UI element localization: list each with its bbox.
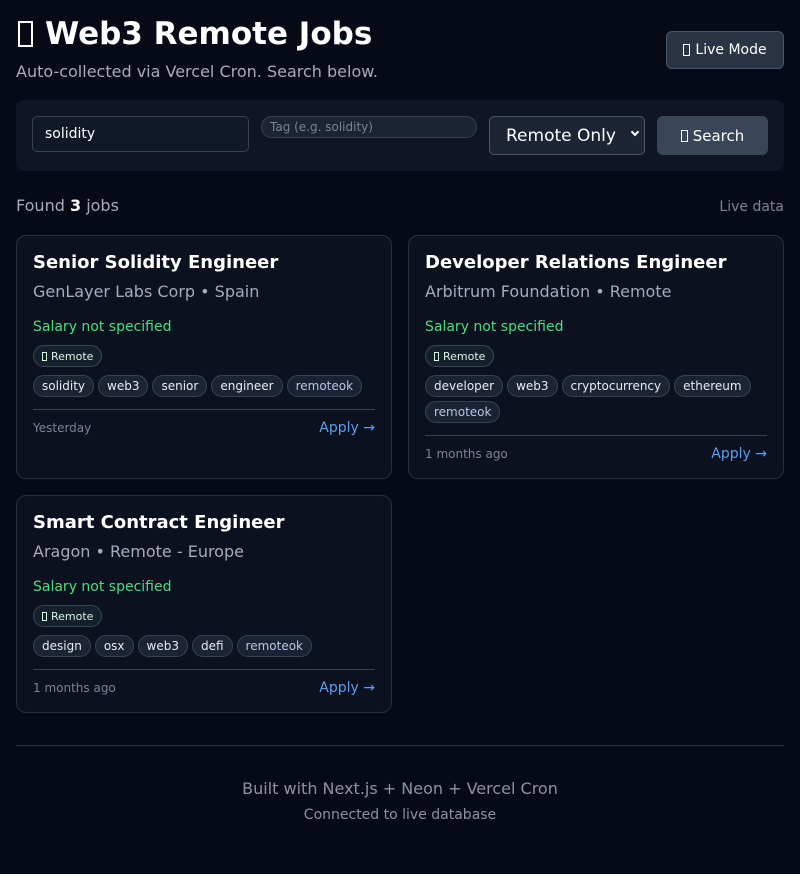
job-company-location: Aragon • Remote - Europe [33, 542, 244, 561]
job-source-tag: remoteok [425, 401, 501, 423]
job-title: Smart Contract Engineer [33, 512, 285, 533]
remote-badge-label: Remote [51, 609, 94, 623]
job-tags: developer web3 cryptocurrency ethereum r… [425, 375, 767, 423]
live-mode-label: Live Mode [695, 42, 767, 58]
remote-badge-label: Remote [51, 349, 94, 363]
remote-badge: Remote [33, 345, 103, 367]
search-button[interactable]: Search [657, 116, 768, 155]
job-tag: cryptocurrency [561, 375, 671, 397]
footer-divider [16, 745, 784, 746]
job-tag: defi [191, 635, 233, 657]
rocket-icon [18, 21, 33, 47]
job-tag: developer [425, 375, 504, 397]
page-title-text: Web3 Remote Jobs [45, 16, 373, 52]
job-tag: design [33, 635, 91, 657]
job-tag: web3 [98, 375, 149, 397]
job-company-location: GenLayer Labs Corp • Spain [33, 282, 260, 301]
job-tag: engineer [211, 375, 283, 397]
job-company-location: Arbitrum Foundation • Remote [425, 282, 672, 301]
globe-icon [42, 351, 47, 361]
footer-connection-status: Connected to live database [303, 807, 497, 823]
footer-built-with: Built with Next.js + Neon + Vercel Cron [242, 779, 558, 798]
job-date: 1 months ago [425, 447, 508, 461]
live-icon [683, 44, 691, 56]
job-card: Smart Contract Engineer Aragon • Remote … [16, 495, 392, 713]
location-select[interactable]: Remote Only [489, 116, 645, 155]
job-title: Senior Solidity Engineer [33, 252, 279, 273]
globe-icon [42, 611, 47, 621]
remote-badge: Remote [33, 605, 103, 627]
globe-icon [434, 351, 439, 361]
chevron-down-icon [630, 127, 640, 137]
job-tags: design osx web3 defi remoteok [33, 635, 375, 657]
job-date: Yesterday [33, 421, 92, 435]
apply-link[interactable]: Apply → [319, 420, 375, 436]
job-salary: Salary not specified [33, 579, 172, 595]
keyword-input[interactable] [32, 116, 249, 152]
found-prefix: Found [16, 196, 65, 215]
job-tags: solidity web3 senior engineer remoteok [33, 375, 375, 397]
job-card-footer: 1 months ago Apply → [33, 669, 375, 696]
job-tag: solidity [33, 375, 95, 397]
job-source-tag: remoteok [236, 635, 312, 657]
page-header: Web3 Remote Jobs Auto-collected via Verc… [16, 16, 784, 86]
job-card: Developer Relations Engineer Arbitrum Fo… [408, 235, 784, 479]
job-tag: ethereum [674, 375, 751, 397]
job-card-footer: Yesterday Apply → [33, 409, 375, 436]
job-salary: Salary not specified [425, 319, 564, 335]
results-count: Found 3 jobs [16, 196, 119, 215]
job-title: Developer Relations Engineer [425, 252, 727, 273]
job-tag: senior [152, 375, 208, 397]
search-panel: Remote Only Search [16, 100, 784, 171]
data-source-label: Live data [719, 199, 784, 215]
location-select-value: Remote Only [506, 125, 616, 146]
remote-badge: Remote [425, 345, 495, 367]
found-suffix: jobs [86, 196, 119, 215]
job-tag: osx [94, 635, 134, 657]
remote-badge-label: Remote [443, 349, 486, 363]
job-tag: web3 [507, 375, 558, 397]
job-source-tag: remoteok [286, 375, 363, 397]
job-tag: web3 [137, 635, 188, 657]
apply-link[interactable]: Apply → [711, 446, 767, 462]
job-date: 1 months ago [33, 681, 116, 695]
apply-link[interactable]: Apply → [319, 680, 375, 696]
live-mode-button[interactable]: Live Mode [666, 31, 784, 69]
search-button-label: Search [692, 126, 745, 145]
job-salary: Salary not specified [33, 319, 172, 335]
tag-input[interactable] [261, 116, 477, 138]
job-card: Senior Solidity Engineer GenLayer Labs C… [16, 235, 392, 479]
found-count: 3 [69, 196, 82, 215]
search-icon [680, 129, 688, 142]
job-card-footer: 1 months ago Apply → [425, 435, 767, 462]
